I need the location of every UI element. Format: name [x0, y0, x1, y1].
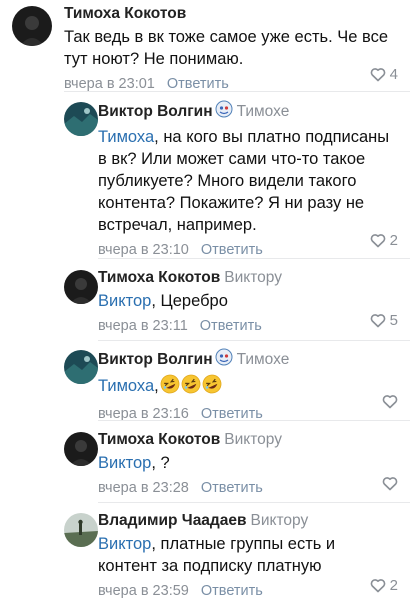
like-count: 2: [389, 232, 398, 249]
comment-time: вчера в 23:01: [64, 76, 155, 92]
like-button[interactable]: 4: [370, 66, 398, 83]
reply-button[interactable]: Ответить: [201, 242, 263, 258]
divider: [98, 502, 410, 503]
reply-button[interactable]: Ответить: [201, 583, 263, 599]
heart-icon: [382, 477, 398, 491]
reply-to-name[interactable]: Виктору: [224, 269, 282, 286]
like-button[interactable]: 5: [370, 312, 398, 329]
comment-text: Так ведь в вк тоже самое уже есть. Че вс…: [64, 28, 389, 68]
mention-link[interactable]: Виктор: [98, 535, 151, 553]
heart-icon: [370, 314, 385, 328]
comment-author[interactable]: Виктор Волгин: [98, 351, 213, 368]
like-button[interactable]: 2: [370, 232, 398, 249]
esports-badge-icon: [215, 348, 233, 372]
divider: [64, 91, 410, 92]
rofl-emoji: [181, 374, 201, 400]
comment-time: вчера в 23:28: [98, 480, 189, 496]
avatar-timokha[interactable]: [64, 432, 98, 466]
reply-to-name[interactable]: Виктору: [251, 512, 309, 529]
reply-to-name[interactable]: Виктору: [224, 431, 282, 448]
rofl-emoji: [202, 374, 222, 400]
reply-button[interactable]: Ответить: [200, 318, 262, 334]
heart-icon: [370, 234, 385, 248]
avatar-timokha[interactable]: [64, 270, 98, 304]
divider: [98, 258, 410, 259]
reply-button[interactable]: Ответить: [201, 480, 263, 496]
comment-author[interactable]: Тимоха Кокотов: [98, 269, 220, 286]
avatar-viktor[interactable]: [64, 350, 98, 384]
rofl-emoji: [160, 374, 180, 400]
mention-link[interactable]: Виктор: [98, 292, 151, 310]
avatar-viktor[interactable]: [64, 102, 98, 136]
heart-icon: [370, 579, 385, 593]
avatar-timokha[interactable]: [12, 6, 52, 46]
comment-author[interactable]: Виктор Волгин: [98, 103, 213, 120]
divider: [98, 340, 410, 341]
comment-author[interactable]: Тимоха Кокотов: [98, 431, 220, 448]
reply-to-name[interactable]: Тимохе: [237, 351, 290, 368]
like-count: 5: [389, 312, 398, 329]
comment-text: ,: [154, 377, 159, 395]
comment-time: вчера в 23:59: [98, 583, 189, 599]
comment-text: , ?: [151, 454, 170, 472]
like-button[interactable]: [382, 394, 398, 409]
comment-author[interactable]: Владимир Чаадаев: [98, 512, 247, 529]
comment-author[interactable]: Тимоха Кокотов: [64, 5, 186, 22]
esports-badge-icon: [215, 100, 233, 124]
comment-time: вчера в 23:10: [98, 242, 189, 258]
like-count: 2: [389, 577, 398, 594]
comment-text: , Церебро: [151, 292, 228, 310]
mention-link[interactable]: Виктор: [98, 454, 151, 472]
mention-link[interactable]: Тимоха: [98, 377, 154, 395]
heart-icon: [382, 395, 398, 409]
reply-to-name[interactable]: Тимохе: [237, 103, 290, 120]
reply-button[interactable]: Ответить: [167, 76, 229, 92]
avatar-vladimir[interactable]: [64, 513, 98, 547]
mention-link[interactable]: Тимоха: [98, 128, 154, 146]
like-count: 4: [389, 66, 398, 83]
divider: [98, 420, 410, 421]
like-button[interactable]: 2: [370, 577, 398, 594]
like-button[interactable]: [382, 476, 398, 491]
comment-time: вчера в 23:11: [98, 318, 188, 334]
heart-icon: [370, 68, 385, 82]
